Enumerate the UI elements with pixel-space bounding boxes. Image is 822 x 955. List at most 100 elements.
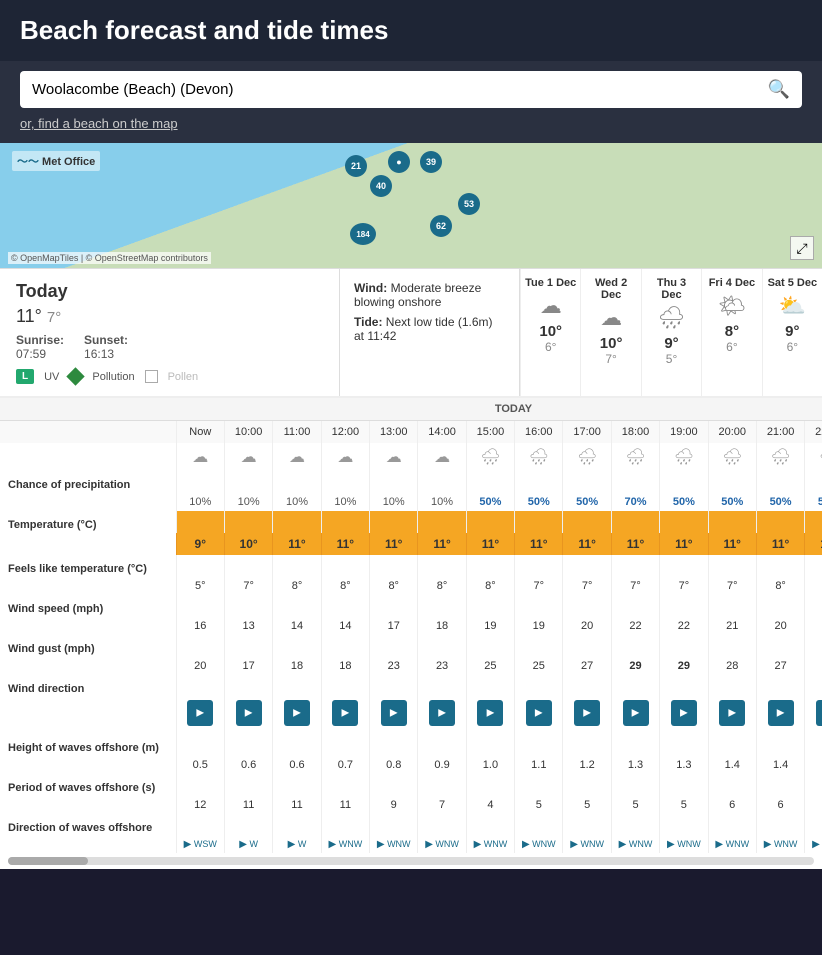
wind-speed-cell-5: 18 bbox=[418, 617, 466, 635]
sunrise-time: 07:59 bbox=[16, 347, 46, 361]
wave-period-cell-9: 5 bbox=[611, 796, 659, 814]
wave-dir-cell-8: ▶ WNW bbox=[563, 836, 611, 853]
weather-icon-cell-9: 🌧 bbox=[611, 443, 659, 471]
feels-like-cell-8: 7° bbox=[563, 577, 611, 595]
day-label: Fri 4 Dec bbox=[706, 277, 757, 289]
wind-dir-cell-13: ▶ bbox=[805, 697, 822, 734]
temp-cell-11: 11° bbox=[708, 533, 756, 555]
today-tuesday-header: TODAY TUESDAY bbox=[0, 398, 822, 421]
feels-like-cell-6: 8° bbox=[466, 577, 514, 595]
time-cell-4: 13:00 bbox=[370, 421, 418, 443]
map-copyright: © OpenMapTiles | © OpenStreetMap contrib… bbox=[8, 252, 211, 264]
map-pin-53[interactable]: 53 bbox=[458, 193, 480, 215]
day-low: 7° bbox=[585, 352, 636, 366]
wind-dir-cell-1: ▶ bbox=[224, 697, 272, 734]
temp-cell-3: 11° bbox=[321, 533, 369, 555]
wind-speed-cell-10: 22 bbox=[660, 617, 708, 635]
search-section: 🔍 or, find a beach on the map bbox=[0, 61, 822, 143]
today-panel: Today 11° 7° Sunrise:07:59 Sunset:16:13 … bbox=[0, 269, 340, 396]
time-cell-9: 18:00 bbox=[611, 421, 659, 443]
wave-period-row: 12111111974555566666 bbox=[0, 796, 822, 814]
time-cell-5: 14:00 bbox=[418, 421, 466, 443]
map-expand-button[interactable]: ⤢ bbox=[790, 236, 814, 260]
weather-icon-cell-1: ☁ bbox=[224, 443, 272, 471]
wind-dir-cell-8: ▶ bbox=[563, 697, 611, 734]
feels-like-cell-7: 7° bbox=[515, 577, 563, 595]
temp-row: 9°10°11°11°11°11°11°11°11°11°11°11°11°11… bbox=[0, 533, 822, 555]
precip-section-header-row: Chance of precipitation bbox=[0, 471, 822, 493]
wind-gust-section-header-row: Wind gust (mph) bbox=[0, 635, 822, 657]
scrollbar-thumb[interactable] bbox=[8, 857, 88, 865]
map-pin-21[interactable]: 21 bbox=[345, 155, 367, 177]
wave-dir-cell-2: ▶ W bbox=[273, 836, 321, 853]
wave-height-section-header-row: Height of waves offshore (m) bbox=[0, 734, 822, 756]
uv-badge: L bbox=[16, 369, 34, 384]
feels-like-cell-12: 8° bbox=[756, 577, 804, 595]
today-sun-times: Sunrise:07:59 Sunset:16:13 bbox=[16, 333, 323, 361]
day-icon: ☁ bbox=[525, 293, 576, 319]
wave-height-cell-13: 1.3 bbox=[805, 756, 822, 774]
tide-label: Tide: bbox=[354, 315, 382, 329]
hourly-table: Now10:0011:0012:0013:0014:0015:0016:0017… bbox=[0, 421, 822, 853]
day-high: 10° bbox=[585, 335, 636, 352]
weather-icon-cell-11: 🌧 bbox=[708, 443, 756, 471]
wind-speed-cell-3: 14 bbox=[321, 617, 369, 635]
map-pin-39[interactable]: 39 bbox=[420, 151, 442, 173]
wave-height-cell-4: 0.8 bbox=[370, 756, 418, 774]
wave-dir-cell-9: ▶ WNW bbox=[611, 836, 659, 853]
wave-period-cell-1: 11 bbox=[224, 796, 272, 814]
today-temperatures: 11° 7° bbox=[16, 306, 323, 327]
map-pin-184[interactable]: 184 bbox=[350, 223, 376, 245]
wave-period-cell-4: 9 bbox=[370, 796, 418, 814]
map-pin-62[interactable]: 62 bbox=[430, 215, 452, 237]
temp-cell-10: 11° bbox=[660, 533, 708, 555]
wind-gust-cell-8: 27 bbox=[563, 657, 611, 675]
hourly-scroll-wrapper[interactable]: Now10:0011:0012:0013:0014:0015:0016:0017… bbox=[0, 421, 822, 853]
time-cell-13: 22:00 bbox=[805, 421, 822, 443]
temp-section-header-row: Temperature (°C) bbox=[0, 511, 822, 533]
wind-dir-section-header-row: Wind direction bbox=[0, 675, 822, 697]
time-row: Now10:0011:0012:0013:0014:0015:0016:0017… bbox=[0, 421, 822, 443]
search-button[interactable]: 🔍 bbox=[768, 79, 790, 100]
feels-like-cell-2: 8° bbox=[273, 577, 321, 595]
temp-cell-5: 11° bbox=[418, 533, 466, 555]
today-low-temp: 7° bbox=[47, 309, 61, 326]
wave-height-cell-9: 1.3 bbox=[611, 756, 659, 774]
wave-dir-cell-4: ▶ WNW bbox=[370, 836, 418, 853]
wave-height-cell-11: 1.4 bbox=[708, 756, 756, 774]
map-pin-40[interactable]: 40 bbox=[370, 175, 392, 197]
wind-gust-cell-13: 27 bbox=[805, 657, 822, 675]
wave-dir-section-header-row: Direction of waves offshore bbox=[0, 814, 822, 836]
time-cell-0: Now bbox=[176, 421, 224, 443]
day-high: 9° bbox=[646, 335, 697, 352]
day-label: Sat 5 Dec bbox=[767, 277, 818, 289]
wind-speed-cell-0: 16 bbox=[176, 617, 224, 635]
day-low: 6° bbox=[767, 340, 818, 354]
today-label: Today bbox=[16, 281, 323, 302]
scrollbar-area[interactable] bbox=[8, 857, 814, 865]
wind-dir-cell-9: ▶ bbox=[611, 697, 659, 734]
today-forecast-section: Today 11° 7° Sunrise:07:59 Sunset:16:13 … bbox=[0, 268, 822, 396]
map-link[interactable]: or, find a beach on the map bbox=[20, 116, 802, 131]
precip-cell-13: 50% bbox=[805, 493, 822, 511]
weather-icon-cell-2: ☁ bbox=[273, 443, 321, 471]
wind-speed-cell-4: 17 bbox=[370, 617, 418, 635]
wave-dir-cell-11: ▶ WNW bbox=[708, 836, 756, 853]
weather-icon-cell-10: 🌧 bbox=[660, 443, 708, 471]
wind-dir-cell-5: ▶ bbox=[418, 697, 466, 734]
precip-cell-9: 70% bbox=[611, 493, 659, 511]
precip-cell-3: 10% bbox=[321, 493, 369, 511]
wave-dir-cell-13: ▶ WNW bbox=[805, 836, 822, 853]
feels-like-cell-13: 8° bbox=[805, 577, 822, 595]
weather-icon-cell-12: 🌧 bbox=[756, 443, 804, 471]
precip-cell-0: 10% bbox=[176, 493, 224, 511]
pollution-label: Pollution bbox=[92, 371, 134, 383]
wind-dir-row: ▶ ▶ ▶ ▶ ▶ ▶ ▶ ▶ ▶ ▶ ▶ ▶ ▶ ▶ ▶ ▶ bbox=[0, 697, 822, 734]
wave-dir-cell-1: ▶ W bbox=[224, 836, 272, 853]
search-input[interactable] bbox=[32, 81, 768, 98]
weather-icon-cell-5: ☁ bbox=[418, 443, 466, 471]
map-pin[interactable]: ● bbox=[388, 151, 410, 173]
search-input-wrapper: 🔍 bbox=[20, 71, 802, 108]
wave-dir-cell-0: ▶ WSW bbox=[176, 836, 224, 853]
today-badges: L UV Pollution Pollen bbox=[16, 369, 323, 384]
